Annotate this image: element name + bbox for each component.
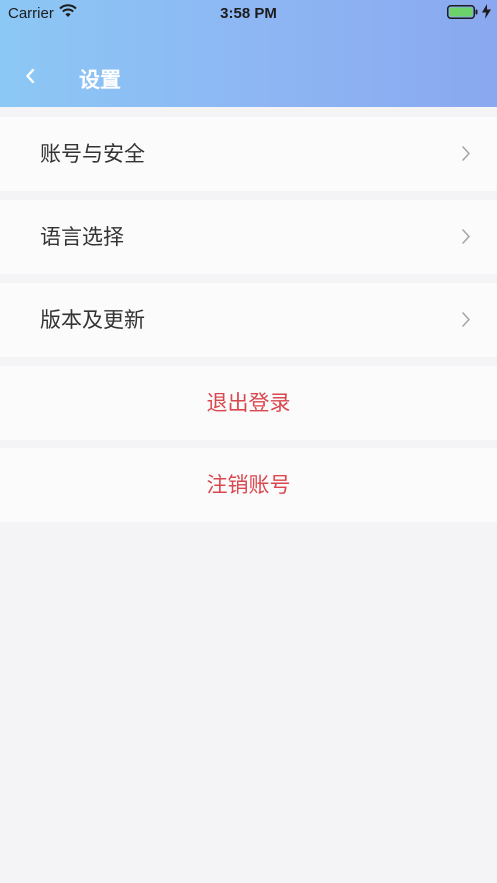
delete-account-button[interactable]: 注销账号 xyxy=(0,448,497,522)
charging-bolt-icon xyxy=(482,4,491,23)
settings-item-language[interactable]: 语言选择 xyxy=(0,200,497,274)
logout-button[interactable]: 退出登录 xyxy=(0,366,497,440)
delete-account-label: 注销账号 xyxy=(206,473,291,497)
header: Carrier 3:58 PM 设置 xyxy=(0,0,497,107)
settings-item-label: 账号与安全 xyxy=(40,142,145,166)
page-title: 设置 xyxy=(79,68,121,92)
back-button[interactable] xyxy=(16,63,44,93)
settings-item-version[interactable]: 版本及更新 xyxy=(0,283,497,357)
chevron-left-icon xyxy=(25,68,35,88)
chevron-right-icon xyxy=(461,311,471,332)
settings-item-label: 版本及更新 xyxy=(40,308,145,332)
chevron-right-icon xyxy=(461,145,471,166)
battery-icon xyxy=(447,5,479,24)
status-time: 3:58 PM xyxy=(220,5,277,22)
settings-item-label: 语言选择 xyxy=(40,225,124,249)
chevron-right-icon xyxy=(461,228,471,249)
status-bar: Carrier 3:58 PM xyxy=(0,0,497,26)
logout-label: 退出登录 xyxy=(206,391,291,415)
settings-item-account-security[interactable]: 账号与安全 xyxy=(0,117,497,191)
